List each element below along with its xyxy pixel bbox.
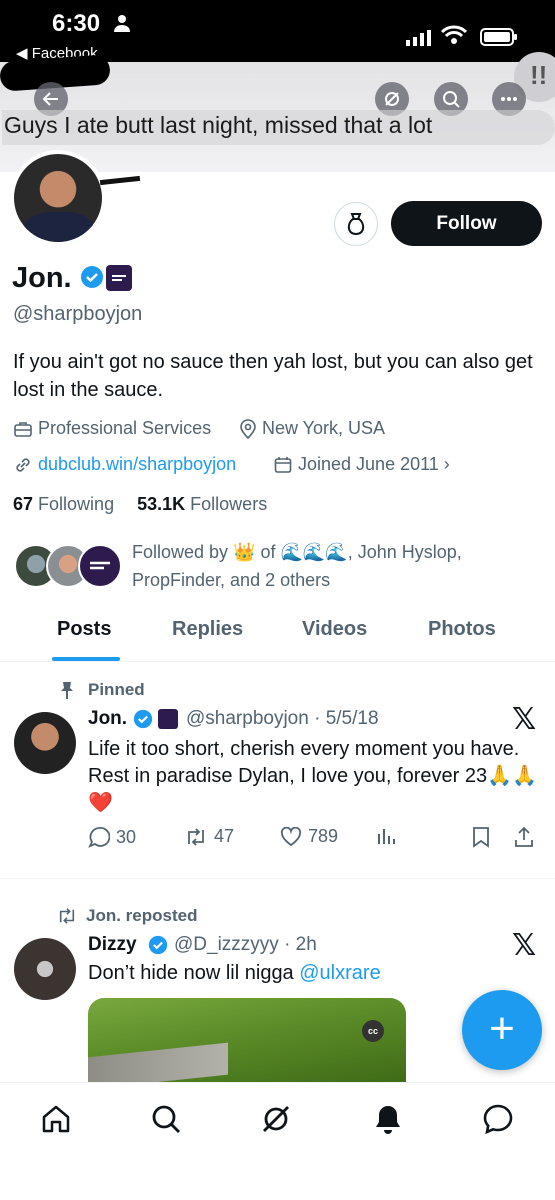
arrow-left-icon xyxy=(42,92,58,106)
verified-icon xyxy=(133,709,153,729)
share-icon xyxy=(515,826,533,847)
profile-category-label: Professional Services xyxy=(38,418,212,438)
tweet-video-media[interactable] xyxy=(88,998,406,1082)
subscribe-money-button[interactable] xyxy=(334,202,378,246)
retweet-icon xyxy=(188,827,204,846)
captions-badge[interactable]: cc xyxy=(362,1020,384,1042)
tab-photos[interactable]: Photos xyxy=(428,618,496,641)
mention-link[interactable]: @ulxrare xyxy=(299,962,380,984)
share-button[interactable] xyxy=(514,826,534,848)
retweet-icon xyxy=(59,908,75,924)
status-bar: 6:30 ◀ Facebook xyxy=(0,0,555,62)
nav-home[interactable] xyxy=(36,1099,76,1139)
more-dots-icon xyxy=(501,97,517,101)
reply-icon xyxy=(88,827,110,848)
search-icon xyxy=(152,1105,180,1133)
redaction-scribble-small xyxy=(99,175,141,186)
views-button[interactable] xyxy=(376,826,396,846)
tweet-handle-date: @sharpboyjon · 5/5/18 xyxy=(186,708,379,729)
tweet-author-name[interactable]: Dizzy xyxy=(88,934,137,956)
message-bubble-icon xyxy=(483,1104,513,1135)
followers-link[interactable]: 53.1K Followers xyxy=(137,494,267,514)
profile-joined-label: Joined June 2011 › xyxy=(298,454,450,474)
tweet-actions: 30 47 789 xyxy=(88,826,543,856)
home-icon xyxy=(42,1105,70,1133)
tweet-handle-date: @D_izzzyyy · 2h xyxy=(174,934,317,955)
banner-caption: Guys I ate butt last night, missed that … xyxy=(2,110,555,145)
views-chart-icon xyxy=(378,829,395,844)
wifi-icon xyxy=(440,25,468,44)
bookmark-button[interactable] xyxy=(472,826,490,848)
profile-bio: If you ain't got no sauce then yah lost,… xyxy=(13,351,533,401)
status-time: 6:30 xyxy=(52,10,101,37)
reposted-label: Jon. reposted xyxy=(86,906,198,925)
tweet-divider xyxy=(0,878,555,879)
profile-handle: @sharpboyjon xyxy=(13,303,143,325)
active-tab-indicator xyxy=(52,657,120,661)
tweet-author-avatar[interactable] xyxy=(14,712,76,774)
nav-search[interactable] xyxy=(146,1099,186,1139)
person-icon xyxy=(114,15,130,32)
tab-replies[interactable]: Replies xyxy=(172,618,243,641)
pin-icon xyxy=(61,682,73,699)
nav-notifications[interactable] xyxy=(368,1099,408,1139)
money-bag-icon xyxy=(347,213,365,236)
reply-count: 30 xyxy=(116,826,137,847)
follower-avatar xyxy=(78,544,122,588)
profile-avatar[interactable] xyxy=(10,150,106,246)
calendar-icon xyxy=(274,456,292,473)
profile-stats: 67 Following 53.1K Followers xyxy=(13,494,267,515)
like-button[interactable]: 789 xyxy=(280,826,338,847)
profile-website-label[interactable]: dubclub.win/sharpboyjon xyxy=(38,454,236,475)
profile-tabs: Posts Replies Videos Photos xyxy=(0,608,555,662)
verified-icon xyxy=(148,935,168,955)
following-link[interactable]: 67 Following xyxy=(13,494,114,514)
bottom-navigation xyxy=(0,1082,555,1200)
profile-joined[interactable]: Joined June 2011 › xyxy=(274,454,450,475)
grok-icon xyxy=(263,1106,289,1132)
retweet-count: 47 xyxy=(214,826,235,846)
affiliate-badge-icon[interactable] xyxy=(106,265,132,291)
affiliate-badge-icon xyxy=(158,709,178,729)
profile-location-label: New York, USA xyxy=(262,418,386,438)
profile-category: Professional Services xyxy=(14,418,211,439)
pinned-label: Pinned xyxy=(88,680,145,699)
followers-you-know-avatars[interactable] xyxy=(14,544,124,592)
bookmark-icon xyxy=(473,827,489,848)
compose-post-button[interactable]: + xyxy=(462,990,542,1070)
nav-messages[interactable] xyxy=(478,1099,518,1139)
like-count: 789 xyxy=(308,826,339,846)
battery-icon xyxy=(480,28,517,46)
heart-icon xyxy=(280,826,302,846)
briefcase-icon xyxy=(14,421,32,437)
x-logo-icon: 𝕏 xyxy=(512,703,537,736)
reposted-indicator[interactable]: Jon. reposted xyxy=(56,906,197,926)
profile-location: New York, USA xyxy=(240,418,385,439)
retweet-button[interactable]: 47 xyxy=(184,826,234,847)
profile-website-link[interactable]: dubclub.win/sharpboyjon xyxy=(14,454,236,475)
signal-icon xyxy=(406,30,431,46)
tweet-author-avatar[interactable] xyxy=(14,938,76,1000)
tab-videos[interactable]: Videos xyxy=(302,618,367,641)
nav-grok[interactable] xyxy=(256,1099,296,1139)
tweet-author-name[interactable]: Jon. xyxy=(88,708,127,730)
reply-button[interactable]: 30 xyxy=(88,826,136,848)
link-icon xyxy=(16,457,30,472)
tweet-text: Don’t hide now lil nigga @ulxrare xyxy=(88,962,381,984)
grok-icon xyxy=(385,92,399,106)
search-icon xyxy=(443,91,460,108)
tweet-text: Life it too short, cherish every moment … xyxy=(88,738,537,814)
bell-icon xyxy=(376,1106,400,1134)
follow-button[interactable]: Follow xyxy=(391,201,542,246)
profile-display-name: Jon. xyxy=(12,262,72,294)
followed-by-text[interactable]: Followed by 👑 of 🌊🌊🌊, John Hyslop, PropF… xyxy=(132,538,542,594)
location-pin-icon xyxy=(240,418,256,439)
x-logo-icon: 𝕏 xyxy=(512,929,537,962)
tab-posts[interactable]: Posts xyxy=(57,618,111,641)
verified-icon xyxy=(81,266,103,288)
